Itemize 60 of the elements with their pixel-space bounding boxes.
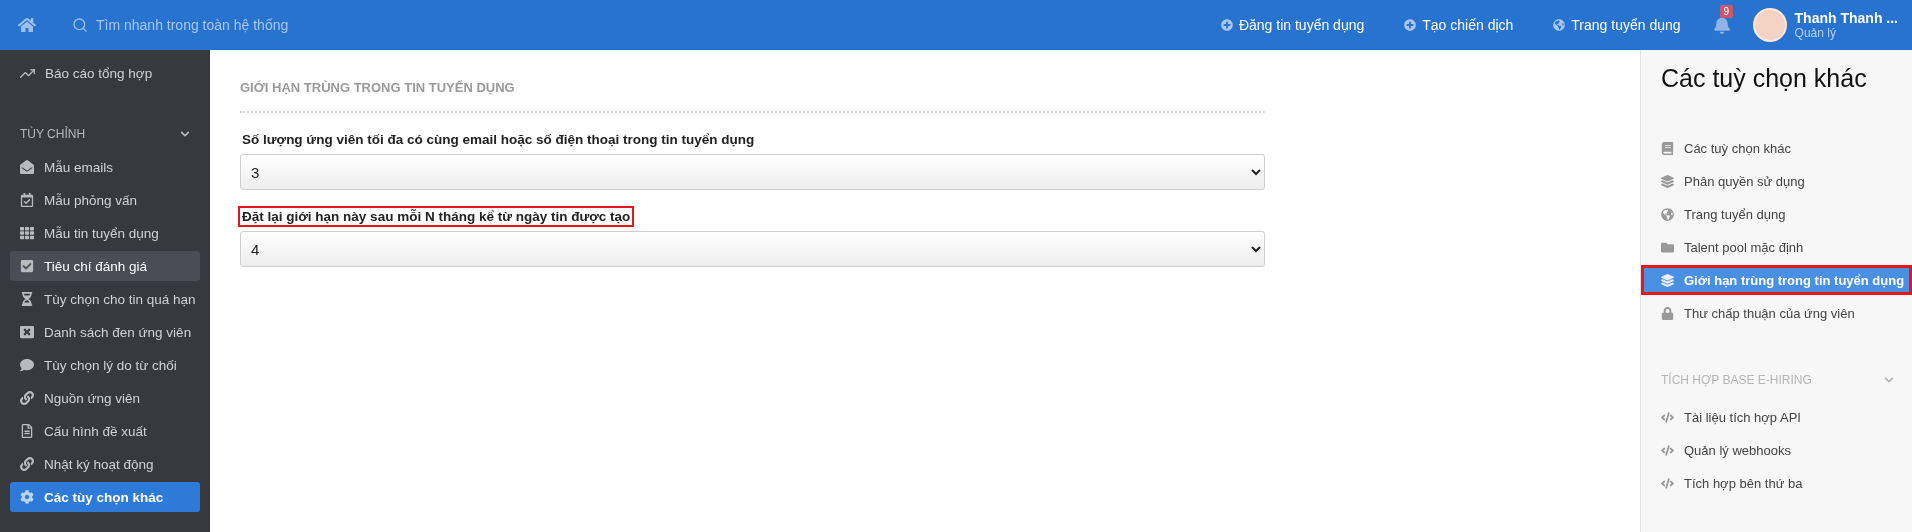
lock-icon	[1661, 306, 1674, 320]
sidebar-item[interactable]: Tùy chọn cho tin quá hạn	[10, 284, 200, 314]
code-icon	[1661, 410, 1674, 424]
header-link[interactable]: Tạo chiến dịch	[1404, 17, 1514, 33]
bell-icon[interactable]	[1712, 16, 1731, 34]
number-select[interactable]: 3	[240, 154, 1265, 190]
number-select[interactable]: 4	[240, 231, 1265, 267]
options-menu-item[interactable]: Phân quyền sử dụng	[1641, 166, 1912, 196]
sidebar-item[interactable]: Mẫu phỏng vấn	[10, 185, 200, 215]
options-menu-item[interactable]: Talent pool mặc định	[1641, 232, 1912, 262]
options-menu-item[interactable]: Tích hợp bên thứ ba	[1641, 468, 1912, 498]
notification-count: 9	[1719, 5, 1734, 18]
user-name: Thanh Thanh ...	[1794, 10, 1898, 26]
sidebar-item[interactable]: Mẫu emails	[10, 152, 200, 182]
sidebar-item[interactable]: Mẫu tin tuyển dụng	[10, 218, 200, 248]
checkbox-icon	[20, 259, 34, 273]
search-icon	[72, 17, 88, 33]
folder-icon	[1661, 240, 1674, 254]
field-label: Đặt lại giới hạn này sau mỗi N tháng kể từ ngày tin được tạo	[240, 208, 633, 225]
settings-icon	[20, 490, 34, 504]
sidebar-item[interactable]: Báo cáo tổng hợp	[10, 58, 200, 88]
sidebar-item[interactable]: Nguồn ứng viên	[10, 383, 200, 413]
sidebar-item[interactable]: Tùy chọn lý do từ chối	[10, 350, 200, 380]
options-menu-item[interactable]: Quản lý webhooks	[1641, 435, 1912, 465]
document-icon	[20, 424, 34, 438]
field-label: Số lượng ứng viên tối đa có cùng email hoặc số điện thoại trong tin tuyển dụng	[241, 131, 756, 148]
options-menu-item[interactable]: Tài liệu tích hợp API	[1641, 402, 1912, 432]
options-menu-item[interactable]: Các tuỳ chọn khác	[1641, 133, 1912, 163]
book-icon	[1661, 141, 1674, 155]
home-icon[interactable]	[18, 16, 36, 34]
sidebar-item[interactable]: Nhật ký hoạt động	[10, 449, 200, 479]
sidebar-item[interactable]: Các tùy chọn khác	[10, 482, 200, 512]
calendar-check-icon	[20, 193, 34, 207]
chevron-icon	[1884, 375, 1894, 385]
speech-bubble-icon	[20, 358, 34, 372]
link-icon	[20, 457, 34, 471]
link-icon	[20, 391, 34, 405]
code-icon	[1661, 476, 1674, 490]
envelope-open-icon	[20, 160, 34, 174]
options-menu-item[interactable]: Thư chấp thuận của ứng viên	[1641, 298, 1912, 328]
options-menu-item[interactable]: Trang tuyển dụng	[1641, 199, 1912, 229]
code-icon	[1661, 443, 1674, 457]
chevron-icon	[180, 129, 190, 139]
search-field[interactable]: Tìm nhanh trong toàn hệ thống	[94, 16, 418, 34]
sidebar-item[interactable]: Cấu hình đề xuất	[10, 416, 200, 446]
section-header[interactable]: TÙY CHỈNH	[10, 122, 200, 146]
grid-icon	[20, 226, 34, 240]
globe-icon	[1661, 207, 1674, 221]
panel-title: Các tuỳ chọn khác	[1661, 64, 1868, 93]
header-link[interactable]: Trang tuyển dụng	[1553, 17, 1681, 33]
hourglass-icon	[20, 292, 34, 306]
header-link[interactable]: Đăng tin tuyển dụng	[1220, 17, 1365, 33]
globe-icon	[1553, 19, 1566, 31]
section-title: GIỚI HẠN TRÙNG TRONG TIN TUYỂN DỤNG	[240, 76, 1265, 113]
layers-icon	[1661, 273, 1674, 287]
avatar[interactable]	[1752, 8, 1787, 42]
layers-icon	[1661, 174, 1674, 188]
user-role: Quản lý	[1794, 26, 1837, 40]
sidebar-item[interactable]: Danh sách đen ứng viên	[10, 317, 200, 347]
sidebar-item[interactable]: Tiêu chí đánh giá	[10, 251, 200, 281]
